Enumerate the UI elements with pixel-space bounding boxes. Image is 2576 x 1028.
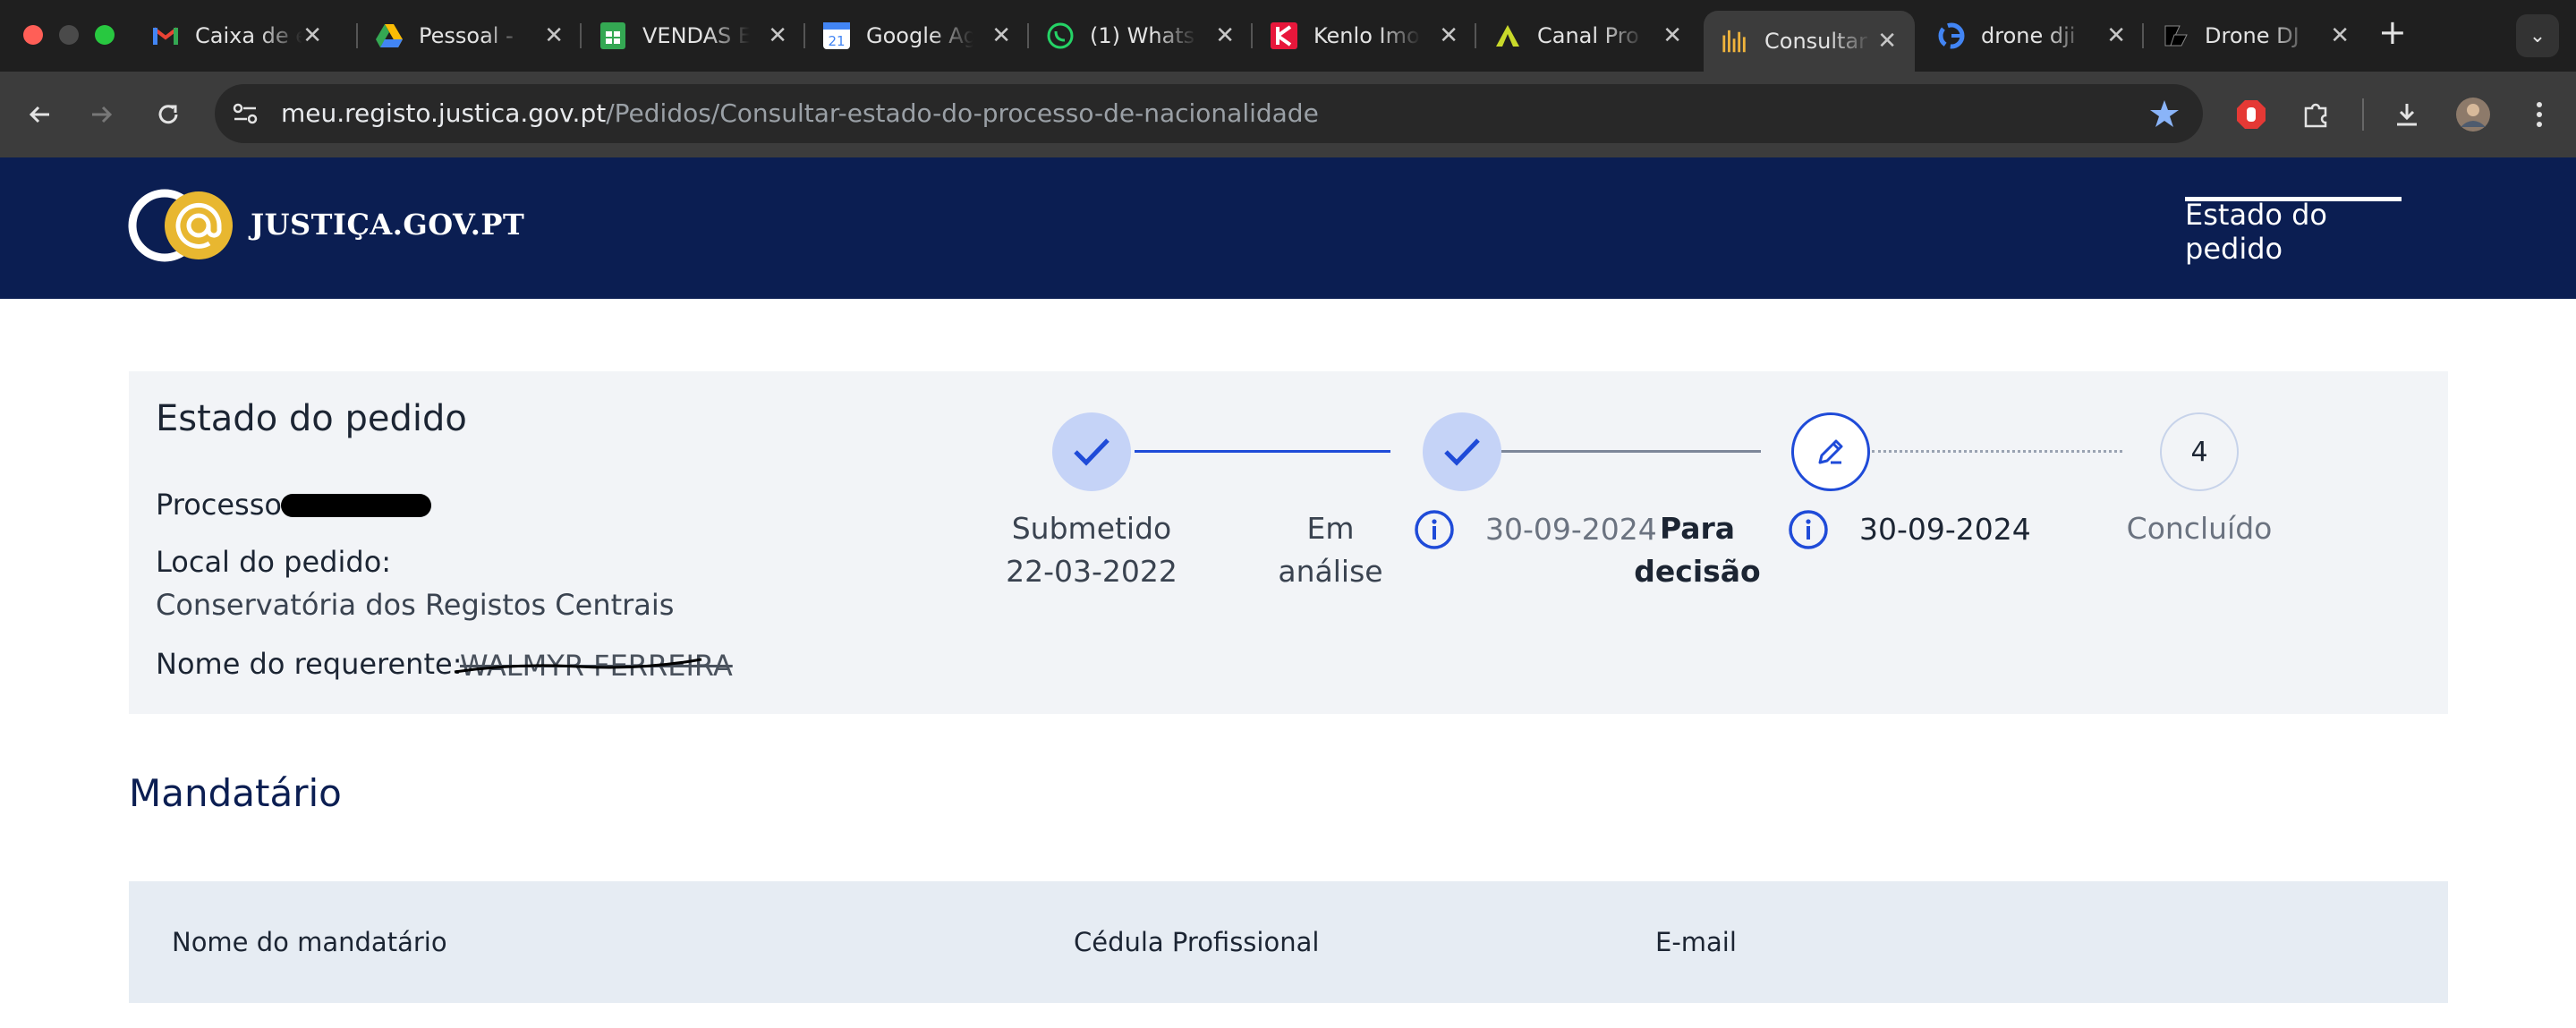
url-text: meu.registo.justica.gov.pt/Pedidos/Consu… — [281, 84, 1319, 143]
check-icon — [1444, 438, 1480, 466]
column-header-nome: Nome do mandatário — [172, 927, 447, 957]
step-2-title-line1: Em — [1306, 511, 1355, 546]
mandatario-table-header: Nome do mandatário Cédula Profissional E… — [129, 881, 2448, 1003]
justica-icon — [1722, 28, 1748, 55]
site-info-icon[interactable] — [231, 100, 259, 131]
zoom-window-button[interactable] — [95, 25, 115, 45]
browser-tab[interactable]: drone dji ✕ — [1920, 7, 2144, 64]
process-stepper: Submetido 22-03-2022 Em análise 30-09-20… — [129, 371, 2448, 714]
tab-title: Kenlo Imo — [1314, 23, 1420, 48]
browser-tab[interactable]: (1) Whats ✕ — [1029, 7, 1253, 64]
step-2-done — [1423, 412, 1501, 491]
extensions-puzzle-icon[interactable] — [2294, 93, 2337, 136]
canal-pro-icon — [1494, 22, 1521, 49]
adblock-extension-icon[interactable] — [2230, 93, 2273, 136]
toolbar-divider — [2362, 98, 2364, 131]
url-host: meu.registo.justica.gov.pt — [281, 98, 607, 128]
info-icon[interactable] — [1414, 509, 1455, 550]
pencil-icon — [1818, 439, 1843, 464]
site-brand[interactable]: JUSTIÇA.GOV.PT — [251, 208, 524, 242]
browser-tab[interactable]: VENDAS E ✕ — [582, 7, 805, 64]
step-4-pending: 4 — [2160, 412, 2239, 491]
mandatario-section-title: Mandatário — [129, 771, 342, 815]
step-connector-done — [1135, 450, 1390, 453]
tab-title: Google Ag — [866, 23, 973, 48]
info-icon[interactable] — [1788, 509, 1829, 550]
browser-tab[interactable]: Kenlo Imo ✕ — [1253, 7, 1476, 64]
tab-title: Consultar — [1764, 29, 1868, 54]
google-icon — [1938, 22, 1965, 49]
step-3-current — [1791, 412, 1870, 491]
step-3-label: Para decisão — [1621, 507, 1773, 593]
close-tab-icon[interactable]: ✕ — [2330, 22, 2350, 49]
tab-title: (1) Whats — [1090, 23, 1195, 48]
drone-dj-icon — [2162, 22, 2189, 49]
url-path: /Pedidos/Consultar-estado-do-processo-de… — [606, 98, 1319, 128]
forward-arrow-icon[interactable] — [81, 93, 123, 136]
browser-tab[interactable]: Canal Pro ✕ — [1476, 7, 1700, 64]
browser-toolbar: meu.registo.justica.gov.pt/Pedidos/Consu… — [0, 72, 2576, 157]
close-tab-icon[interactable]: ✕ — [1877, 28, 1897, 55]
nav-estado-do-pedido[interactable]: Estado do pedido — [2185, 197, 2402, 266]
tab-title: Canal Pro — [1537, 23, 1639, 48]
kenlo-icon — [1271, 22, 1297, 49]
bookmark-star-icon[interactable] — [2149, 98, 2180, 132]
close-tab-icon[interactable]: ✕ — [544, 22, 564, 49]
status-card: Estado do pedido Processo: Local do pedi… — [129, 371, 2448, 714]
google-drive-icon — [376, 22, 403, 49]
step-1-done — [1052, 412, 1131, 491]
close-tab-icon[interactable]: ✕ — [302, 22, 322, 49]
step-2-label: Em análise — [1254, 507, 1407, 593]
close-window-button[interactable] — [23, 25, 43, 45]
download-icon[interactable] — [2385, 93, 2428, 136]
check-icon — [1074, 438, 1109, 466]
close-tab-icon[interactable]: ✕ — [1662, 22, 1682, 49]
step-3-title-line1: Para — [1659, 511, 1736, 546]
step-3-date: 30-09-2024 — [1859, 512, 2031, 547]
gmail-icon — [152, 22, 179, 49]
close-tab-icon[interactable]: ✕ — [1439, 22, 1458, 49]
back-arrow-icon[interactable] — [18, 93, 61, 136]
step-1-title: Submetido — [1011, 511, 1172, 546]
close-tab-icon[interactable]: ✕ — [768, 22, 787, 49]
step-1-label: Submetido 22-03-2022 — [990, 507, 1194, 593]
tab-title: drone dji — [1981, 23, 2076, 48]
browser-tab-active[interactable]: Consultar ✕ — [1704, 11, 1915, 72]
site-header: JUSTIÇA.GOV.PT Estado do pedido — [0, 157, 2576, 299]
browser-tab[interactable]: 21 Google Ag ✕ — [805, 7, 1029, 64]
justica-logo-icon[interactable] — [127, 188, 243, 263]
google-sheets-icon — [599, 22, 626, 49]
tab-title: Pessoal - — [419, 23, 514, 48]
close-tab-icon[interactable]: ✕ — [991, 22, 1011, 49]
svg-text:21: 21 — [828, 33, 845, 49]
step-connector-pending — [1872, 450, 2122, 453]
tab-title: VENDAS E — [642, 23, 750, 48]
browser-menu-icon[interactable] — [2518, 93, 2561, 136]
tab-title: Drone DJ — [2205, 23, 2300, 48]
new-tab-button[interactable]: + — [2378, 13, 2407, 52]
step-1-date: 22-03-2022 — [1006, 554, 1177, 589]
tab-title: Caixa de e — [195, 23, 302, 48]
column-header-cedula: Cédula Profissional — [1074, 927, 1320, 957]
browser-tab[interactable]: Drone DJ ✕ — [2144, 7, 2368, 64]
browser-tab[interactable]: Caixa de e ✕ — [134, 7, 340, 64]
reload-icon[interactable] — [147, 93, 190, 136]
step-3-title-line2: decisão — [1634, 554, 1761, 589]
step-2-title-line2: análise — [1278, 554, 1383, 589]
browser-tab[interactable]: Pessoal - ✕ — [358, 7, 582, 64]
close-tab-icon[interactable]: ✕ — [1215, 22, 1235, 49]
step-connector — [1501, 450, 1761, 453]
step-4-label: Concluído — [2126, 511, 2273, 546]
close-tab-icon[interactable]: ✕ — [2106, 22, 2126, 49]
tab-search-chevron-icon[interactable]: ⌄ — [2516, 14, 2559, 57]
profile-avatar[interactable] — [2452, 93, 2495, 136]
google-calendar-icon: 21 — [823, 22, 850, 49]
minimize-window-button[interactable] — [59, 25, 79, 45]
browser-tab-bar: Caixa de e ✕ Pessoal - ✕ VENDAS E ✕ 21 G… — [0, 0, 2576, 72]
whatsapp-icon — [1047, 22, 1074, 49]
column-header-email: E-mail — [1655, 927, 1737, 957]
address-bar[interactable]: meu.registo.justica.gov.pt/Pedidos/Consu… — [215, 84, 2203, 143]
